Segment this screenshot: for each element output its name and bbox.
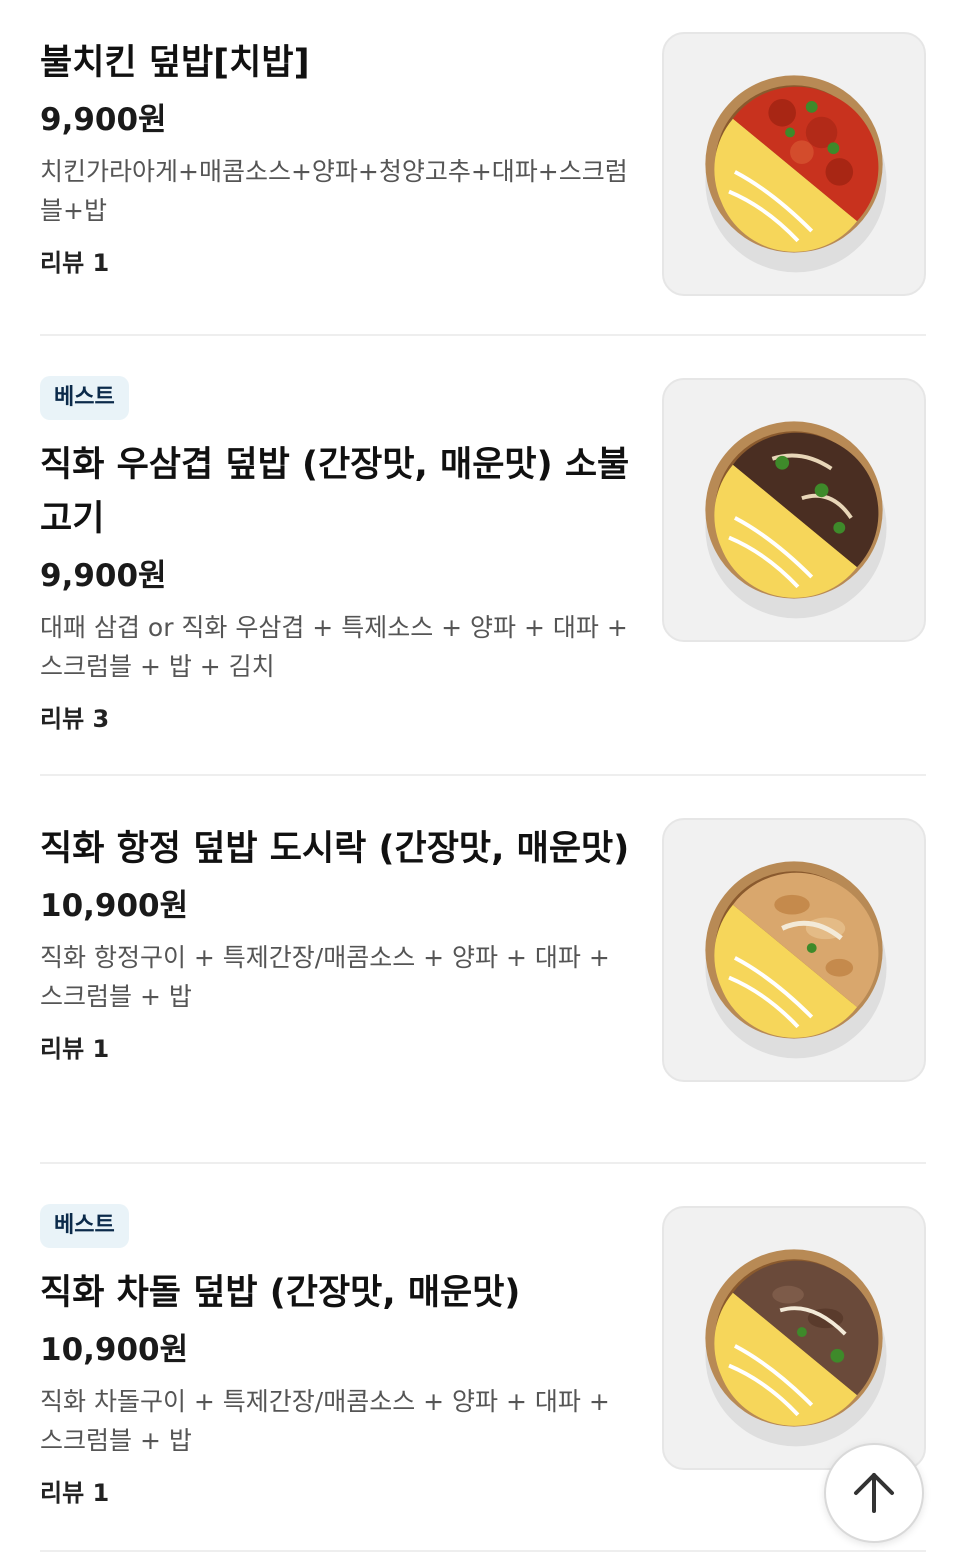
menu-item-description: 직화 항정구이 + 특제간장/매콤소스 + 양파 + 대파 + 스크럼블 + 밥 bbox=[40, 943, 610, 1011]
menu-item-description: 직화 차돌구이 + 특제간장/매콤소스 + 양파 + 대파 + 스크럼블 + 밥 bbox=[40, 1387, 610, 1455]
beef-rice-bowl-icon bbox=[705, 421, 887, 619]
menu-item-price: 9,900원 bbox=[40, 558, 167, 594]
menu-item-image[interactable] bbox=[662, 32, 926, 296]
brisket-rice-bowl-icon bbox=[705, 1249, 887, 1447]
menu-item-text: 불치킨 덮밥[치밥] 9,900원 치킨가라아게+매콤소스+양파+청양고추+대파… bbox=[40, 36, 630, 280]
scroll-to-top-button[interactable] bbox=[824, 1443, 924, 1543]
menu-item-review-count[interactable]: 리뷰 1 bbox=[40, 246, 630, 280]
menu-item-review-count[interactable]: 리뷰 1 bbox=[40, 1032, 630, 1066]
menu-item-text: 베스트 직화 우삼겹 덮밥 (간장맛, 매운맛) 소불고기 9,900원 대패 … bbox=[40, 376, 630, 736]
menu-list: 불치킨 덮밥[치밥] 9,900원 치킨가라아게+매콤소스+양파+청양고추+대파… bbox=[40, 0, 926, 1552]
menu-item-name: 불치킨 덮밥[치밥] bbox=[40, 43, 310, 83]
spicy-chicken-rice-bowl-icon bbox=[705, 75, 887, 273]
menu-item-image[interactable] bbox=[662, 818, 926, 1082]
menu-item-description: 대패 삼겹 or 직화 우삼겹 + 특제소스 + 양파 + 대파 + 스크럼블 … bbox=[40, 613, 628, 681]
menu-item-description: 치킨가라아게+매콤소스+양파+청양고추+대파+스크럼블+밥 bbox=[40, 157, 628, 225]
menu-item-price: 9,900원 bbox=[40, 102, 167, 138]
arrow-up-icon bbox=[854, 1473, 894, 1513]
menu-item-price: 10,900원 bbox=[40, 1332, 189, 1368]
menu-item-text: 직화 항정 덮밥 도시락 (간장맛, 매운맛) 10,900원 직화 항정구이 … bbox=[40, 822, 630, 1066]
best-badge: 베스트 bbox=[40, 376, 129, 420]
menu-item-price: 10,900원 bbox=[40, 888, 189, 924]
best-badge: 베스트 bbox=[40, 1204, 129, 1248]
menu-item[interactable]: 불치킨 덮밥[치밥] 9,900원 치킨가라아게+매콤소스+양파+청양고추+대파… bbox=[40, 0, 926, 336]
menu-item-image[interactable] bbox=[662, 378, 926, 642]
menu-item[interactable]: 베스트 직화 우삼겹 덮밥 (간장맛, 매운맛) 소불고기 9,900원 대패 … bbox=[40, 336, 926, 776]
menu-item-name: 직화 항정 덮밥 도시락 (간장맛, 매운맛) bbox=[40, 829, 630, 869]
pork-jowl-rice-bowl-icon bbox=[705, 861, 887, 1059]
menu-item[interactable]: 베스트 직화 차돌 덮밥 (간장맛, 매운맛) 10,900원 직화 차돌구이 … bbox=[40, 1164, 926, 1552]
menu-item-name: 직화 차돌 덮밥 (간장맛, 매운맛) bbox=[40, 1273, 521, 1313]
menu-item-name: 직화 우삼겹 덮밥 (간장맛, 매운맛) 소불고기 bbox=[40, 445, 630, 539]
menu-item-review-count[interactable]: 리뷰 3 bbox=[40, 702, 630, 736]
menu-item-image[interactable] bbox=[662, 1206, 926, 1470]
menu-item-text: 베스트 직화 차돌 덮밥 (간장맛, 매운맛) 10,900원 직화 차돌구이 … bbox=[40, 1204, 630, 1510]
menu-item-review-count[interactable]: 리뷰 1 bbox=[40, 1476, 630, 1510]
menu-item[interactable]: 직화 항정 덮밥 도시락 (간장맛, 매운맛) 10,900원 직화 항정구이 … bbox=[40, 776, 926, 1164]
